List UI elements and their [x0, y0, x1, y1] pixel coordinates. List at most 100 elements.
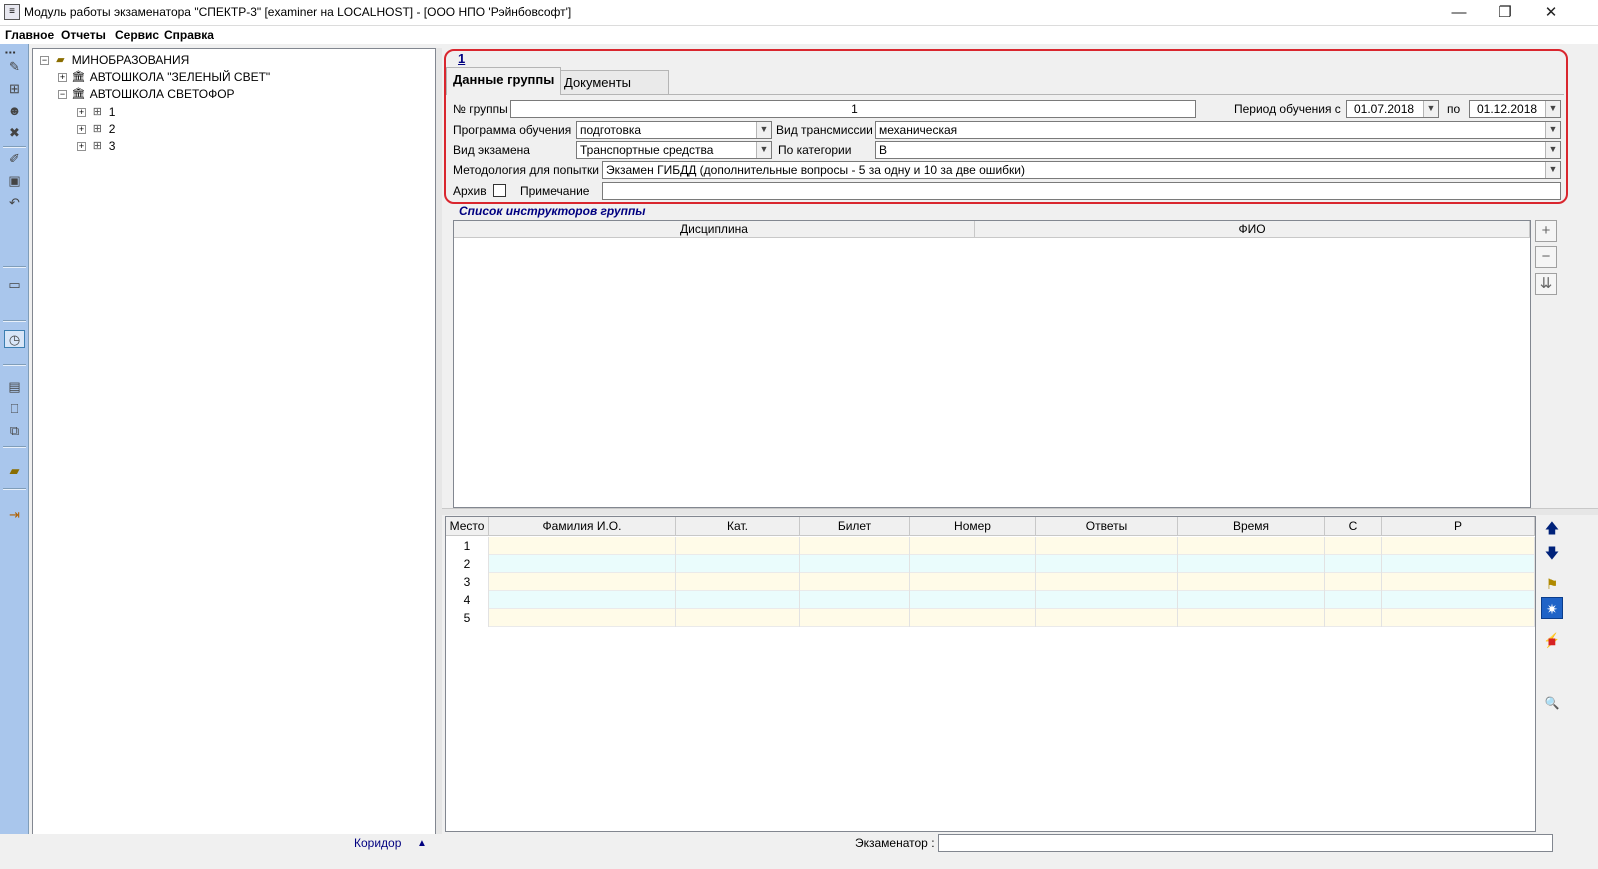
person-icon[interactable]: ☻ — [4, 102, 25, 120]
minimize-button[interactable]: — — [1436, 0, 1482, 25]
period-to-field[interactable]: 01.12.2018 ▼ — [1469, 100, 1561, 118]
column-header[interactable]: Билет — [800, 517, 910, 536]
expand-icon[interactable]: + — [77, 108, 86, 118]
table-cell[interactable] — [1382, 609, 1535, 627]
table-cell[interactable] — [800, 537, 910, 555]
table-row[interactable]: 3 — [446, 573, 1535, 591]
exam-type-select[interactable]: Транспортные средства ▼ — [576, 141, 772, 159]
method-select[interactable]: Экзамен ГИБДД (дополнительные вопросы - … — [602, 161, 1561, 179]
instructors-grid[interactable]: Дисциплина ФИО — [453, 220, 1531, 508]
flag-icon[interactable]: ⚑ — [1541, 573, 1563, 595]
table-cell[interactable] — [800, 609, 910, 627]
category-select[interactable]: B ▼ — [875, 141, 1561, 159]
monitor-icon[interactable]: ▤ — [4, 378, 25, 396]
table-cell[interactable] — [910, 537, 1036, 555]
column-header[interactable]: Время — [1178, 517, 1325, 536]
menu-help[interactable]: Справка — [164, 26, 214, 44]
expand-icon[interactable]: + — [58, 73, 67, 83]
table-cell[interactable] — [676, 573, 800, 591]
chevron-down-icon[interactable]: ▼ — [1545, 122, 1560, 138]
column-header[interactable]: Ответы — [1036, 517, 1178, 536]
table-cell[interactable] — [489, 573, 676, 591]
collapse-icon[interactable]: − — [40, 56, 49, 66]
tree-item-group[interactable]: + ⊞ 2 — [77, 121, 115, 138]
program-select[interactable]: подготовка ▼ — [576, 121, 772, 139]
close-button[interactable]: ✕ — [1528, 0, 1574, 25]
table-cell[interactable] — [1178, 573, 1325, 591]
book-icon[interactable]: ⎕ — [4, 400, 25, 418]
link-icon[interactable]: ⧉ — [4, 422, 25, 440]
table-cell[interactable] — [800, 591, 910, 609]
table-cell[interactable] — [1382, 537, 1535, 555]
table-cell[interactable] — [910, 591, 1036, 609]
chevron-up-icon[interactable]: ▲ — [417, 836, 427, 851]
tree-item-group[interactable]: + ⊞ 1 — [77, 104, 115, 121]
table-cell[interactable] — [910, 573, 1036, 591]
table-cell[interactable] — [489, 537, 676, 555]
tab-documents[interactable]: Документы — [557, 70, 669, 94]
place-cell[interactable]: 2 — [446, 555, 489, 573]
column-header[interactable]: Р — [1382, 517, 1535, 536]
table-row[interactable]: 2 — [446, 555, 1535, 573]
remove-instructor-button[interactable]: − — [1535, 246, 1557, 268]
arrow-up-icon[interactable]: 🡅 — [1541, 517, 1563, 539]
table-cell[interactable] — [489, 555, 676, 573]
stop-button[interactable]: ■ — [1541, 630, 1563, 652]
transmission-select[interactable]: механическая ▼ — [875, 121, 1561, 139]
tree-item-group[interactable]: + ⊞ 3 — [77, 138, 115, 155]
corridor-label[interactable]: Коридор — [354, 836, 401, 851]
table-cell[interactable] — [1036, 591, 1178, 609]
settings-icon[interactable]: ✷ — [1541, 597, 1563, 619]
period-from-field[interactable]: 01.07.2018 ▼ — [1346, 100, 1439, 118]
vertical-splitter[interactable] — [436, 48, 442, 850]
table-cell[interactable] — [676, 609, 800, 627]
org-tree[interactable]: − ▰ МИНОБРАЗОВАНИЯ + 🏛 АВТОШКОЛА "ЗЕЛЕНЫ… — [32, 48, 436, 850]
group-link[interactable]: 1 — [458, 51, 465, 66]
column-header[interactable]: ФИО — [975, 221, 1530, 238]
column-header[interactable]: Фамилия И.О. — [489, 517, 676, 536]
tree-item-school[interactable]: + 🏛 АВТОШКОЛА "ЗЕЛЕНЫЙ СВЕТ" — [58, 69, 270, 86]
column-header[interactable]: Место — [446, 517, 489, 536]
menu-reports[interactable]: Отчеты — [61, 26, 106, 44]
table-cell[interactable] — [1382, 555, 1535, 573]
column-header[interactable]: Номер — [910, 517, 1036, 536]
clock-icon[interactable]: ◷ — [4, 330, 25, 348]
edit-icon[interactable]: ✐ — [4, 150, 25, 168]
table-cell[interactable] — [1178, 537, 1325, 555]
table-cell[interactable] — [676, 555, 800, 573]
table-cell[interactable] — [910, 555, 1036, 573]
group-no-field[interactable]: 1 — [510, 100, 1196, 118]
tree-root[interactable]: − ▰ МИНОБРАЗОВАНИЯ — [40, 52, 189, 69]
exam-grid[interactable]: Место Фамилия И.О. Кат. Билет Номер Отве… — [445, 516, 1536, 832]
table-cell[interactable] — [1036, 609, 1178, 627]
arrow-down-icon[interactable]: 🡇 — [1541, 542, 1563, 564]
chevron-down-icon[interactable]: ▼ — [1423, 101, 1438, 117]
table-cell[interactable] — [1325, 609, 1382, 627]
table-row[interactable]: 5 — [446, 609, 1535, 627]
tool-icon[interactable]: ✎ — [4, 58, 25, 76]
expand-icon[interactable]: + — [77, 125, 86, 135]
exit-icon[interactable]: ⇥ — [4, 506, 25, 524]
group-icon[interactable]: ⊞ — [4, 80, 25, 98]
table-cell[interactable] — [1036, 555, 1178, 573]
restore-button[interactable]: ❐ — [1482, 0, 1528, 25]
table-cell[interactable] — [1325, 591, 1382, 609]
note-field[interactable] — [602, 182, 1561, 200]
collapse-icon[interactable]: − — [58, 90, 67, 100]
table-cell[interactable] — [676, 591, 800, 609]
app-icon[interactable]: ≡ — [4, 4, 20, 20]
table-row[interactable]: 4 — [446, 591, 1535, 609]
place-cell[interactable]: 5 — [446, 609, 489, 627]
menu-service[interactable]: Сервис — [115, 26, 159, 44]
table-cell[interactable] — [1036, 537, 1178, 555]
chevron-down-icon[interactable]: ▼ — [1545, 162, 1560, 178]
table-cell[interactable] — [1382, 591, 1535, 609]
delete-icon[interactable]: ✖ — [4, 124, 25, 142]
table-cell[interactable] — [1036, 573, 1178, 591]
table-cell[interactable] — [1382, 573, 1535, 591]
chevron-down-icon[interactable]: ▼ — [756, 142, 771, 158]
table-cell[interactable] — [1325, 537, 1382, 555]
chevron-down-icon[interactable]: ▼ — [1545, 101, 1560, 117]
column-header[interactable]: Кат. — [676, 517, 800, 536]
window-icon[interactable]: ▭ — [4, 276, 25, 294]
